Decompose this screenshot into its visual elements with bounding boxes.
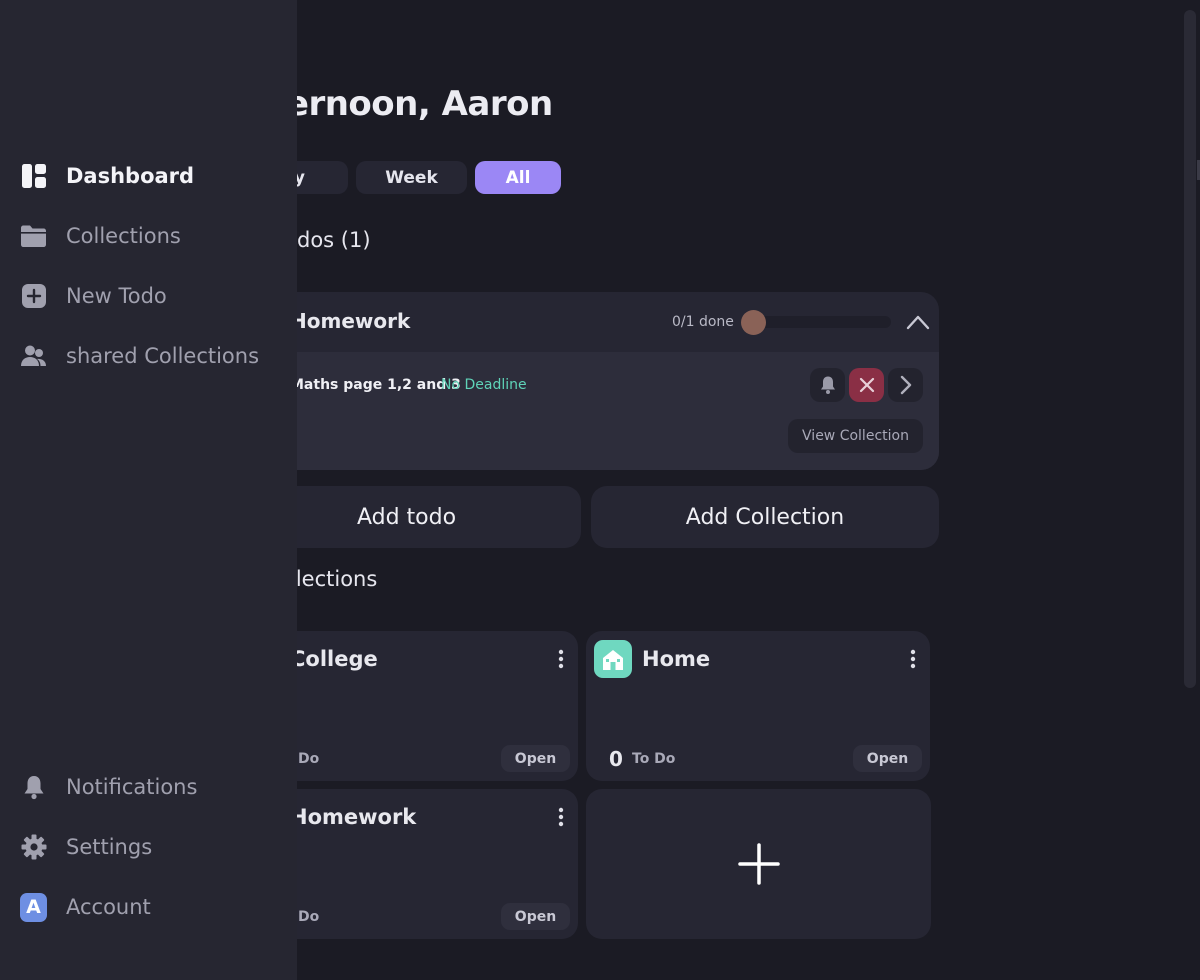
sidebar-item-dashboard[interactable]: Dashboard bbox=[20, 156, 194, 196]
more-options-icon[interactable] bbox=[558, 807, 564, 827]
sidebar-item-label: Account bbox=[66, 895, 151, 919]
dashboard-icon bbox=[20, 163, 47, 190]
open-collection-button[interactable]: Open bbox=[501, 903, 570, 930]
sidebar-item-label: Settings bbox=[66, 835, 153, 859]
more-options-icon[interactable] bbox=[558, 649, 564, 669]
add-collection-card[interactable] bbox=[586, 789, 931, 939]
filter-all-button[interactable]: All bbox=[475, 161, 561, 194]
sidebar-item-label: Dashboard bbox=[66, 164, 195, 188]
sidebar: Dashboard Collections New Todo shared Co… bbox=[0, 0, 297, 980]
todo-item-text: Maths page 1,2 and 3 bbox=[290, 377, 461, 393]
bell-icon bbox=[20, 774, 47, 801]
avatar-wrapper: A bbox=[20, 892, 47, 922]
reminder-button[interactable] bbox=[810, 368, 845, 402]
collection-icon bbox=[594, 640, 632, 678]
collection-card-home[interactable]: Home 0 To Do Open bbox=[586, 631, 930, 781]
progress-label: 0/1 done bbox=[672, 314, 734, 330]
open-collection-button[interactable]: Open bbox=[853, 745, 922, 772]
collection-todo-label: Do bbox=[298, 909, 320, 925]
todo-item-deadline: No Deadline bbox=[441, 377, 527, 393]
chevron-up-icon[interactable] bbox=[904, 310, 932, 334]
sidebar-item-notifications[interactable]: Notifications bbox=[20, 767, 197, 807]
bell-icon bbox=[820, 376, 835, 394]
sidebar-item-collections[interactable]: Collections bbox=[20, 216, 181, 256]
sidebar-item-settings[interactable]: Settings bbox=[20, 827, 152, 867]
sidebar-item-label: New Todo bbox=[66, 284, 167, 308]
collections-section-title: llections bbox=[290, 567, 378, 591]
sidebar-item-new-todo[interactable]: New Todo bbox=[20, 276, 167, 316]
collection-todo-count: 0 bbox=[609, 747, 623, 771]
collection-title: College bbox=[290, 647, 378, 671]
close-icon bbox=[859, 377, 874, 393]
open-collection-button[interactable]: Open bbox=[501, 745, 570, 772]
scrollbar-thumb[interactable] bbox=[1184, 10, 1196, 688]
avatar: A bbox=[20, 892, 47, 922]
folder-icon bbox=[20, 223, 47, 250]
chevron-right-icon bbox=[900, 375, 911, 395]
collection-todo-label: Do bbox=[298, 751, 320, 767]
todos-section-title: dos (1) bbox=[297, 228, 371, 252]
sidebar-item-label: shared Collections bbox=[66, 344, 260, 368]
filter-week-button[interactable]: Week bbox=[356, 161, 467, 194]
collection-todo-label: To Do bbox=[632, 751, 676, 767]
progress-indicator bbox=[741, 310, 766, 335]
sidebar-item-label: Notifications bbox=[66, 775, 198, 799]
collection-title: Homework bbox=[290, 805, 417, 829]
vertical-scrollbar[interactable] bbox=[1180, 0, 1200, 980]
delete-todo-button[interactable] bbox=[849, 368, 884, 402]
house-icon bbox=[603, 650, 623, 670]
open-todo-button[interactable] bbox=[888, 368, 923, 402]
sidebar-item-account[interactable]: A Account bbox=[20, 887, 151, 927]
plus-icon bbox=[737, 843, 780, 885]
users-icon bbox=[20, 343, 47, 370]
view-collection-button[interactable]: View Collection bbox=[788, 419, 923, 453]
collection-title: Home bbox=[642, 647, 711, 671]
gear-icon bbox=[20, 834, 47, 861]
plus-square-icon bbox=[20, 283, 47, 310]
todo-card-title: Homework bbox=[290, 309, 411, 333]
sidebar-item-label: Collections bbox=[66, 224, 181, 248]
more-options-icon[interactable] bbox=[910, 649, 916, 669]
progress-bar bbox=[741, 310, 891, 335]
add-collection-button[interactable]: Add Collection bbox=[591, 486, 939, 548]
sidebar-item-shared-collections[interactable]: shared Collections bbox=[20, 336, 259, 376]
